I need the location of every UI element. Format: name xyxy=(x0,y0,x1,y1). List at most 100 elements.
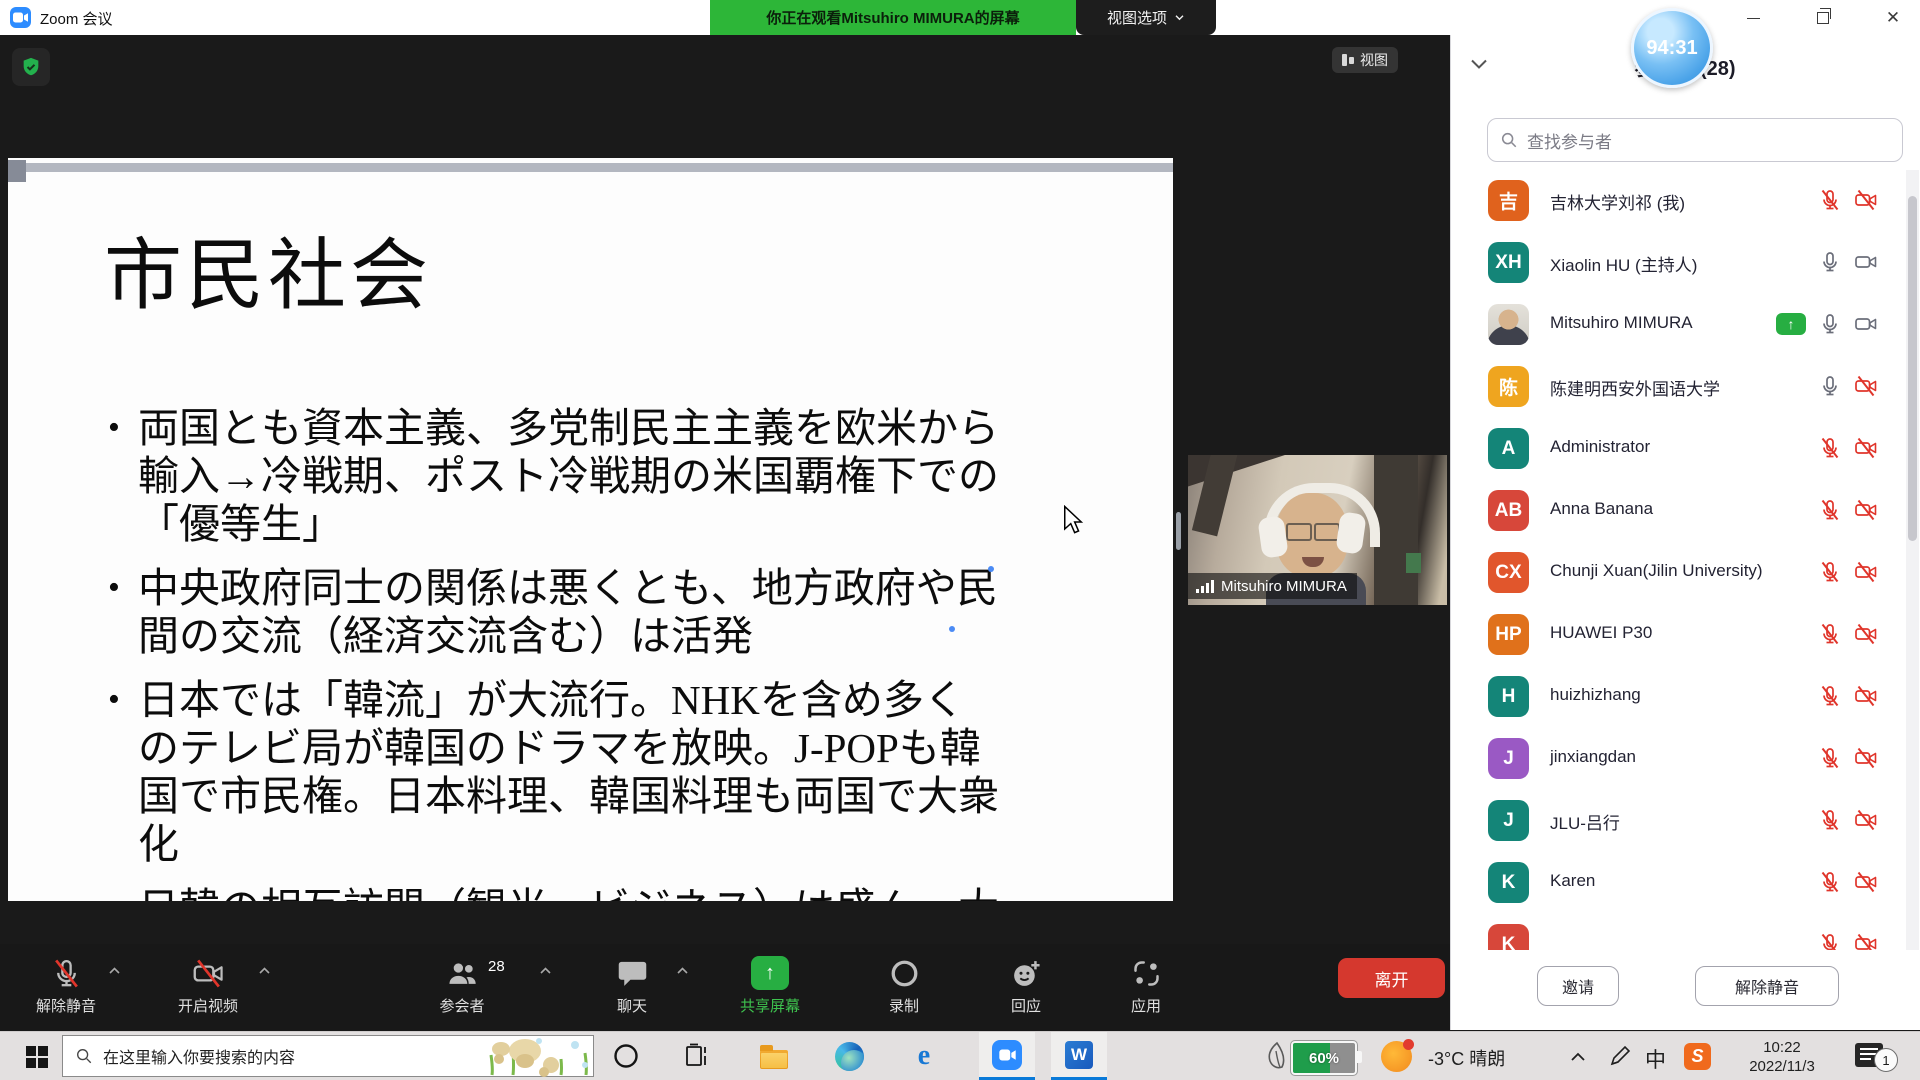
participant-row[interactable]: 陈陈建明西安外国语大学 xyxy=(1450,356,1906,418)
participant-name: Mitsuhiro MIMURA xyxy=(1550,313,1693,333)
toolbar-button-record[interactable]: 录制 xyxy=(844,950,964,1016)
screen-watch-banner: 你正在观看Mitsuhiro MIMURA的屏幕 xyxy=(710,0,1076,35)
toolbar-button-mic-muted[interactable]: 解除静音 xyxy=(6,950,126,1016)
camera-off-icon xyxy=(1854,746,1878,770)
reactions-icon xyxy=(1010,957,1043,990)
participant-status-icons xyxy=(1818,250,1878,274)
toolbar-button-reactions[interactable]: 回应 xyxy=(966,950,1086,1016)
speaker-name-label: Mitsuhiro MIMURA xyxy=(1188,573,1357,599)
participant-avatar: HP xyxy=(1488,614,1529,655)
mic-muted-icon xyxy=(1818,436,1842,460)
ime-indicator[interactable]: 中 xyxy=(1645,1044,1666,1074)
close-button[interactable]: ✕ xyxy=(1878,8,1908,28)
mic-muted-icon xyxy=(1818,622,1842,646)
security-shield-icon[interactable] xyxy=(12,48,50,86)
participant-row[interactable]: CXChunji Xuan(Jilin University) xyxy=(1450,542,1906,604)
camera-off-icon xyxy=(1854,560,1878,584)
zoom-app-icon xyxy=(10,7,31,28)
participant-row[interactable]: Mitsuhiro MIMURA ↑ xyxy=(1450,294,1906,356)
participant-count-badge: 28 xyxy=(488,958,505,975)
chevron-up-icon[interactable] xyxy=(108,962,121,980)
view-options-label: 视图选项 xyxy=(1107,7,1167,28)
camera-off-icon xyxy=(1854,870,1878,894)
participant-row[interactable]: JJLU-吕行 xyxy=(1450,790,1906,852)
toolbar-button-camera-muted[interactable]: 开启视频 xyxy=(148,950,268,1016)
participant-row[interactable]: K Karen xyxy=(1450,852,1906,914)
unmute-button[interactable]: 解除静音 xyxy=(1695,966,1839,1006)
participant-row[interactable]: Jjinxiangdan xyxy=(1450,728,1906,790)
mic-muted-icon xyxy=(1818,932,1842,950)
slide-title: 市民社会 xyxy=(104,213,432,325)
camera-off-icon xyxy=(1854,684,1878,708)
slide-top-bar xyxy=(26,163,1173,172)
chevron-up-icon[interactable] xyxy=(676,962,689,980)
zoom-meeting-window: Zoom 会议 你正在观看Mitsuhiro MIMURA的屏幕 视图选项 ✕ … xyxy=(0,0,1920,1080)
participant-status-icons xyxy=(1818,498,1878,522)
participant-name: Karen xyxy=(1550,871,1595,891)
slide-bullet: 中央政府同士の関係は悪くとも、地方政府や民 間の交流（経済交流含む）は活発 xyxy=(108,564,1118,660)
participant-status-icons: ↑ xyxy=(1776,312,1878,336)
participant-row[interactable]: AAdministrator xyxy=(1450,418,1906,480)
slide-bullet: 日本では「韓流」が大流行。NHKを含め多く のテレビ局が韓国のドラマを放映。J-… xyxy=(108,676,1118,868)
task-view-icon[interactable] xyxy=(682,1041,712,1071)
pen-input-icon[interactable] xyxy=(1605,1041,1635,1071)
toolbar-label: 聊天 xyxy=(572,995,692,1016)
battery-indicator[interactable]: 60% xyxy=(1291,1041,1357,1075)
view-options-button[interactable]: 视图选项 xyxy=(1076,0,1216,35)
participant-row[interactable]: ABAnna Banana xyxy=(1450,480,1906,542)
minimize-button[interactable] xyxy=(1738,8,1768,28)
toolbar-label: 解除静音 xyxy=(6,995,126,1016)
toolbar-button-chat[interactable]: 聊天 xyxy=(572,950,692,1016)
participant-status-icons xyxy=(1818,932,1878,950)
chevron-up-icon[interactable] xyxy=(258,962,271,980)
mic-muted-icon xyxy=(1818,498,1842,522)
search-highlight-mushrooms xyxy=(483,1035,593,1077)
scrollbar-thumb[interactable] xyxy=(1908,196,1917,541)
thumbnail-collapse-handle[interactable] xyxy=(1176,512,1181,550)
participant-row[interactable]: 吉吉林大学刘祁 (我) xyxy=(1450,170,1906,232)
participant-row[interactable]: XHXiaolin HU (主持人) xyxy=(1450,232,1906,294)
search-icon xyxy=(75,1047,93,1065)
taskbar-search-input[interactable]: 在这里输入你要搜索的内容 xyxy=(62,1035,594,1077)
speaker-video-thumbnail[interactable]: Mitsuhiro MIMURA xyxy=(1188,455,1447,605)
layout-icon xyxy=(1342,54,1354,66)
time: 10:22 xyxy=(1732,1038,1832,1057)
participant-row[interactable]: HPHUAWEI P30 xyxy=(1450,604,1906,666)
participant-search-input[interactable]: 查找参与者 xyxy=(1487,118,1903,162)
participant-row[interactable]: Hhuizhizhang xyxy=(1450,666,1906,728)
date: 2022/11/3 xyxy=(1732,1057,1832,1076)
view-layout-button[interactable]: 视图 xyxy=(1332,47,1398,73)
participant-row[interactable]: K xyxy=(1450,914,1906,950)
camera-off-icon xyxy=(1854,932,1878,950)
chevron-up-icon[interactable] xyxy=(539,962,552,980)
leave-meeting-button[interactable]: 离开 xyxy=(1338,958,1445,998)
toolbar-button-share-screen[interactable]: ↑共享屏幕 xyxy=(710,950,830,1016)
toolbar-button-apps[interactable]: 应用 xyxy=(1086,950,1206,1016)
participant-status-icons xyxy=(1818,870,1878,894)
chat-icon xyxy=(616,957,649,990)
legacy-edge-icon[interactable]: e xyxy=(909,1041,939,1071)
participant-avatar: K xyxy=(1488,862,1529,903)
edge-browser-icon[interactable] xyxy=(834,1041,864,1071)
restore-button[interactable] xyxy=(1808,8,1838,28)
zoom-taskbar-icon[interactable] xyxy=(979,1032,1035,1080)
invite-button[interactable]: 邀请 xyxy=(1537,966,1619,1006)
toolbar-button-participants[interactable]: 参会者28 xyxy=(402,950,522,1016)
start-button[interactable] xyxy=(26,1046,48,1068)
participants-icon xyxy=(446,957,479,990)
word-taskbar-icon[interactable]: W xyxy=(1051,1032,1107,1080)
meeting-timer-bubble[interactable]: 94:31 xyxy=(1631,8,1713,88)
participant-avatar: K xyxy=(1488,924,1529,950)
participant-status-icons xyxy=(1818,436,1878,460)
weather-text[interactable]: -3°C 晴朗 xyxy=(1428,1045,1505,1071)
file-explorer-icon[interactable] xyxy=(759,1041,789,1071)
taskbar-clock[interactable]: 10:22 2022/11/3 xyxy=(1732,1038,1832,1076)
annotation-dot xyxy=(949,626,955,632)
sogou-input-icon[interactable]: S xyxy=(1684,1043,1711,1070)
cortana-icon[interactable] xyxy=(611,1041,641,1071)
mic-icon xyxy=(1818,312,1842,336)
mic-muted-icon xyxy=(1818,188,1842,212)
weather-sun-icon[interactable] xyxy=(1381,1041,1412,1072)
tray-expand-chevron-icon[interactable] xyxy=(1563,1041,1593,1071)
participant-name: Xiaolin HU (主持人) xyxy=(1550,251,1697,276)
